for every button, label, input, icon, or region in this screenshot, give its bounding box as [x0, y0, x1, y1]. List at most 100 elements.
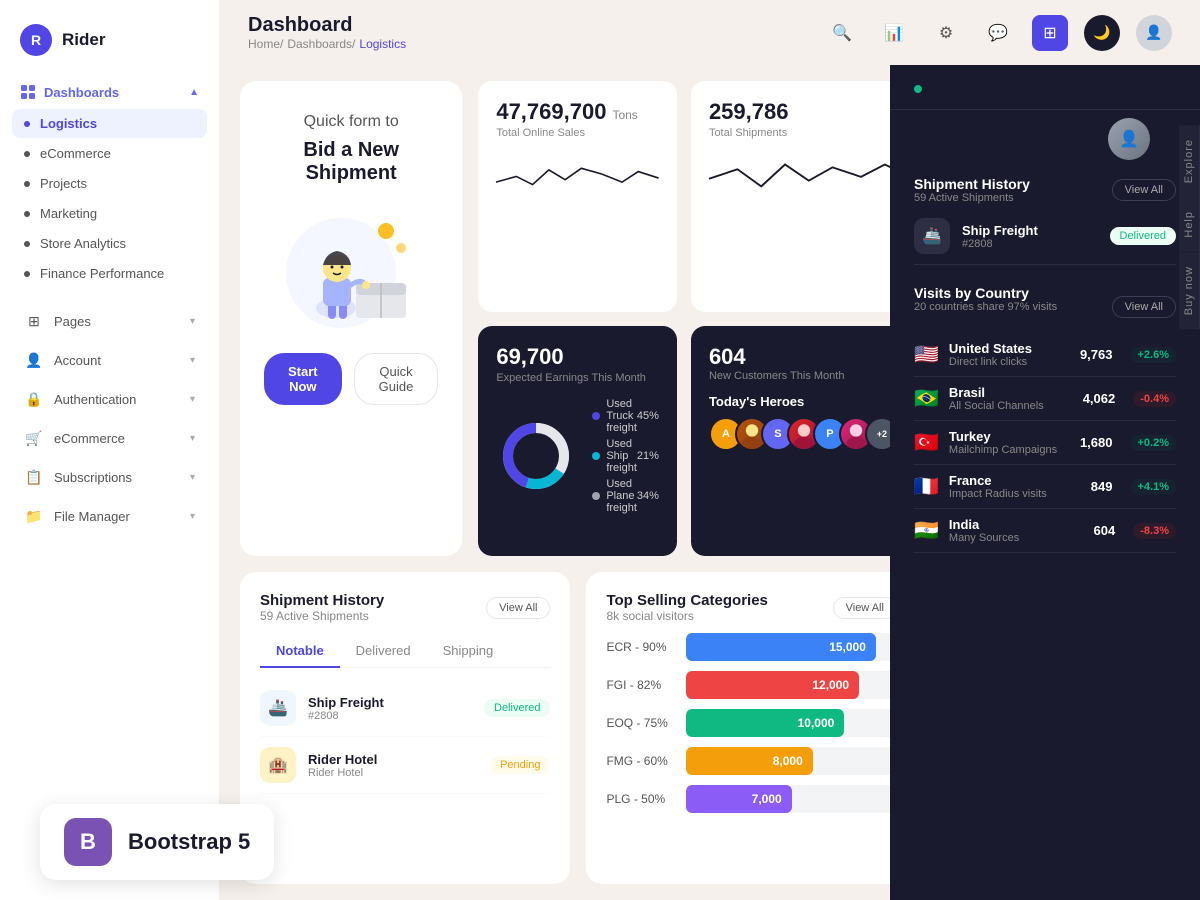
countries-subtitle: 20 countries share 97% visits [914, 301, 1057, 313]
bar-value-eoq: 10,000 [798, 716, 835, 730]
ship-info: Ship Freight #2808 [308, 695, 472, 722]
pages-label: Pages [54, 314, 91, 329]
sidebar-item-finance[interactable]: Finance Performance [12, 259, 207, 288]
sidebar-item-authentication[interactable]: 🔒 Authentication ▾ [12, 380, 207, 418]
chart-icon-btn[interactable]: 📊 [876, 15, 912, 51]
sidebar-item-store-analytics[interactable]: Store Analytics [12, 229, 207, 258]
sidebar-item-filemanager[interactable]: 📁 File Manager ▾ [12, 497, 207, 535]
sidebar-item-projects[interactable]: Projects [12, 169, 207, 198]
chat-icon-btn[interactable]: 💬 [980, 15, 1016, 51]
country-name-fr: France [949, 473, 1081, 488]
earnings-card: 69,700 Expected Earnings This Month [478, 326, 677, 557]
explore-label[interactable]: Explore [1179, 125, 1200, 197]
bar-fill-plg: 7,000 [686, 785, 791, 813]
promo-card: Quick form to Bid a New Shipment [240, 81, 462, 556]
grid-icon-btn[interactable]: ⊞ [1032, 15, 1068, 51]
user-avatar[interactable]: 👤 [1136, 15, 1172, 51]
bar-label-plg: PLG - 50% [606, 792, 676, 806]
legend-truck: Used Truck freight 45% [592, 398, 659, 434]
dashboards-section: Dashboards ▲ Logistics eCommerce Project… [0, 76, 219, 289]
flag-fr: 🇫🇷 [914, 474, 939, 499]
hotel-name: Rider Hotel [308, 752, 478, 767]
bar-fill-ecr: 15,000 [686, 633, 875, 661]
countries-header: Visits by Country 20 countries share 97%… [914, 285, 1176, 329]
new-customers-card: 604 New Customers This Month Today's Her… [691, 326, 890, 557]
tab-shipping[interactable]: Shipping [427, 635, 510, 667]
bootstrap-text: Bootstrap 5 [128, 829, 250, 855]
bar-label-fmg: FMG - 60% [606, 754, 676, 768]
bar-label-eoq: EOQ - 75% [606, 716, 676, 730]
bar-value-fgi: 12,000 [812, 678, 849, 692]
dark-mode-toggle[interactable]: 🌙 [1084, 15, 1120, 51]
shipment-view-all-dark[interactable]: View All [1112, 179, 1176, 201]
bar-value-fmg: 8,000 [773, 754, 803, 768]
search-icon-btn[interactable]: 🔍 [824, 15, 860, 51]
dashboards-label: Dashboards [44, 85, 119, 100]
bar-row-eoq: EOQ - 75% 10,000 [606, 709, 890, 737]
content-main: Quick form to Bid a New Shipment [220, 65, 890, 900]
bar-row-ecr: ECR - 90% 15,000 [606, 633, 890, 661]
tab-delivered[interactable]: Delivered [340, 635, 427, 667]
auth-icon: 🔒 [24, 389, 44, 409]
sidebar-item-ecommerce[interactable]: eCommerce [12, 139, 207, 168]
header: Dashboard Home/ Dashboards/ Logistics 🔍 … [220, 0, 1200, 65]
selling-card: Top Selling Categories 8k social visitor… [586, 572, 890, 884]
dashboards-chevron: ▲ [189, 87, 199, 98]
bar-fill-fgi: 12,000 [686, 671, 859, 699]
buynow-label[interactable]: Buy now [1179, 252, 1200, 329]
sidebar-item-pages[interactable]: ⊞ Pages ▾ [12, 302, 207, 340]
start-now-button[interactable]: Start Now [264, 353, 342, 405]
sidebar-item-subscriptions[interactable]: 📋 Subscriptions ▾ [12, 458, 207, 496]
sidebar-item-ecommerce-nav[interactable]: 🛒 eCommerce ▾ [12, 419, 207, 457]
ecommerce-nav-icon: 🛒 [24, 428, 44, 448]
content-area: Quick form to Bid a New Shipment [220, 65, 1200, 900]
help-label[interactable]: Help [1179, 197, 1200, 252]
bar-row-fmg: FMG - 60% 8,000 [606, 747, 890, 775]
heroes-label: Today's Heroes [709, 394, 890, 409]
sidebar-item-account[interactable]: 👤 Account ▾ [12, 341, 207, 379]
ecommerce-nav-label: eCommerce [54, 431, 125, 446]
new-customers-num: 604 [709, 344, 890, 370]
total-sales-num: 47,769,700 Tons [496, 99, 659, 125]
sidebar-item-marketing[interactable]: Marketing [12, 199, 207, 228]
sidebar-item-label: Finance Performance [40, 266, 164, 281]
filemanager-icon: 📁 [24, 506, 44, 526]
sidebar-item-logistics[interactable]: Logistics [12, 109, 207, 138]
bar-track-fgi: 12,000 [686, 671, 890, 699]
bar-track-plg: 7,000 [686, 785, 890, 813]
legend-ship: Used Ship freight 21% [592, 438, 659, 474]
hotel-icon: 🏨 [260, 747, 296, 783]
country-name-br: Brasil [949, 385, 1073, 400]
country-num-br: 4,062 [1083, 391, 1116, 406]
country-num-tr: 1,680 [1080, 435, 1113, 450]
chevron-subscriptions: ▾ [190, 472, 195, 483]
subscriptions-label: Subscriptions [54, 470, 132, 485]
shipment-history-dark-title: Shipment History [914, 176, 1030, 192]
legend-plane: Used Plane freight 34% [592, 478, 659, 514]
tab-notable[interactable]: Notable [260, 635, 340, 668]
bar-fill-fmg: 8,000 [686, 747, 812, 775]
dashboards-group[interactable]: Dashboards ▲ [12, 76, 207, 108]
change-br: -0.4% [1133, 391, 1176, 407]
total-sales-chart [496, 149, 659, 199]
breadcrumb: Home/ Dashboards/ Logistics [248, 37, 406, 51]
chevron-filemanager: ▾ [190, 511, 195, 522]
bar-row-fgi: FGI - 82% 12,000 [606, 671, 890, 699]
countries-view-all-btn[interactable]: View All [1112, 296, 1176, 318]
quick-guide-button[interactable]: Quick Guide [354, 353, 439, 405]
shipment-view-all-btn[interactable]: View All [486, 597, 550, 619]
right-panel: Explore Help Buy now 👤 Shipment History … [890, 65, 1200, 900]
filemanager-label: File Manager [54, 509, 130, 524]
breadcrumb-dashboards: Dashboards/ [287, 37, 355, 51]
selling-view-all-btn[interactable]: View All [833, 597, 890, 619]
logo-icon: R [20, 24, 52, 56]
country-info-us: United States Direct link clicks [949, 341, 1070, 368]
stats-container: 47,769,700 Tons Total Online Sales 259,7… [478, 81, 890, 556]
right-avatar[interactable]: 👤 [1108, 118, 1150, 160]
sidebar: R Rider Dashboards ▲ Logistics eCommerce… [0, 0, 220, 900]
change-fr: +4.1% [1131, 479, 1177, 495]
subscriptions-icon: 📋 [24, 467, 44, 487]
country-sub-us: Direct link clicks [949, 356, 1070, 368]
settings-icon-btn[interactable]: ⚙ [928, 15, 964, 51]
selling-bars: ECR - 90% 15,000 FGI - 82% 1 [606, 633, 890, 813]
